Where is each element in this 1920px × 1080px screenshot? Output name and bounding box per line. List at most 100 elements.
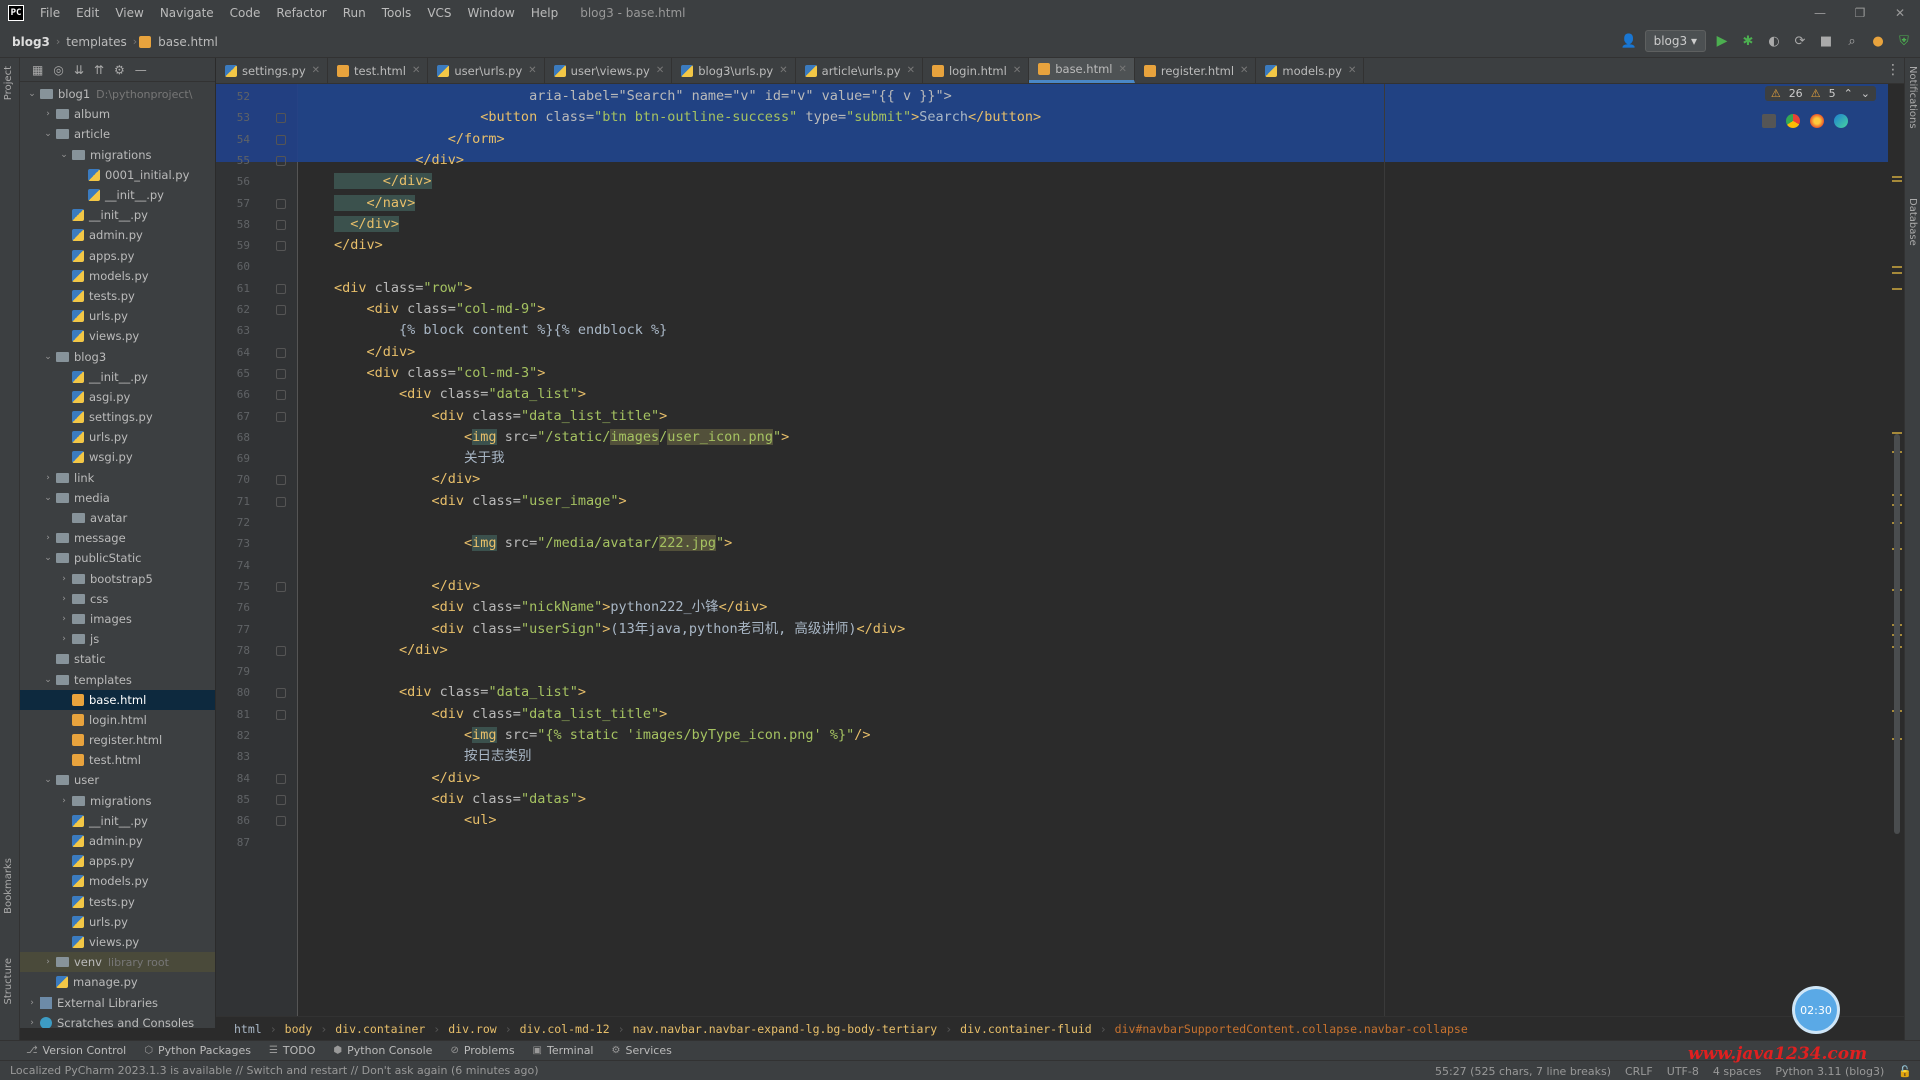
menu-refactor[interactable]: Refactor — [268, 0, 334, 26]
chevron-down-icon[interactable]: ⌄ — [42, 352, 54, 362]
scroll-marker[interactable] — [1892, 266, 1902, 268]
edge-icon[interactable] — [1834, 114, 1848, 128]
close-tab-icon[interactable]: ✕ — [1240, 65, 1248, 76]
collapse-all-icon[interactable]: ⇈ — [94, 63, 104, 77]
vertical-scrollbar[interactable] — [1894, 434, 1900, 834]
tree-item[interactable]: register.html — [20, 730, 215, 750]
shield-icon[interactable]: ⛨ — [1894, 31, 1914, 51]
tree-item[interactable]: asgi.py — [20, 387, 215, 407]
editor-breadcrumb[interactable]: nav.navbar.navbar-expand-lg.bg-body-tert… — [625, 1022, 946, 1036]
menu-window[interactable]: Window — [460, 0, 523, 26]
chevron-right-icon[interactable]: › — [58, 594, 70, 604]
tree-item[interactable]: ⌄ migrations — [20, 145, 215, 165]
menu-tools[interactable]: Tools — [374, 0, 420, 26]
tree-item[interactable]: › message — [20, 528, 215, 548]
chevron-down-icon[interactable]: ⌄ — [58, 150, 70, 160]
chevron-up-icon[interactable]: ⌃ — [1844, 87, 1853, 100]
tree-item[interactable]: __init__.py — [20, 811, 215, 831]
tree-item[interactable]: apps.py — [20, 851, 215, 871]
coverage-icon[interactable]: ◐ — [1764, 31, 1784, 51]
fold-marker-icon[interactable] — [276, 794, 286, 805]
editor-tab[interactable]: login.html ✕ — [923, 58, 1030, 83]
run-config-select[interactable]: blog3 ▾ — [1644, 30, 1706, 52]
status-message[interactable]: Localized PyCharm 2023.1.3 is available … — [10, 1064, 539, 1077]
chevron-right-icon[interactable]: › — [42, 957, 54, 967]
chevron-right-icon[interactable]: › — [26, 998, 38, 1008]
fold-marker-icon[interactable] — [276, 709, 286, 720]
stop-icon[interactable]: ■ — [1816, 31, 1836, 51]
tree-item[interactable]: ⌄ user — [20, 770, 215, 790]
tree-item[interactable]: test.html — [20, 750, 215, 770]
tree-item[interactable]: __init__.py — [20, 367, 215, 387]
menu-navigate[interactable]: Navigate — [152, 0, 222, 26]
tree-item[interactable]: › bootstrap5 — [20, 569, 215, 589]
tree-item[interactable]: base.html — [20, 689, 215, 710]
notifications-tool-tab[interactable]: Notifications — [1907, 66, 1918, 129]
close-tab-icon[interactable]: ✕ — [779, 65, 787, 76]
close-tab-icon[interactable]: ✕ — [528, 65, 536, 76]
fold-marker-icon[interactable] — [276, 113, 286, 124]
chevron-right-icon[interactable]: › — [58, 574, 70, 584]
menu-file[interactable]: File — [32, 0, 68, 26]
tree-item[interactable]: ⌄ article — [20, 124, 215, 144]
tool-window-tab[interactable]: ⬡ Python Packages — [144, 1044, 251, 1057]
tree-item[interactable]: › External Libraries — [20, 992, 215, 1012]
chevron-right-icon[interactable]: › — [26, 1018, 38, 1028]
menu-edit[interactable]: Edit — [68, 0, 107, 26]
python-interpreter[interactable]: Python 3.11 (blog3) — [1775, 1065, 1884, 1078]
tree-item[interactable]: 0001_initial.py — [20, 165, 215, 185]
database-tool-tab[interactable]: Database — [1907, 198, 1918, 246]
inspection-widget[interactable]: ⚠ 26 ⚠ 5 ⌃ ⌄ — [1764, 86, 1876, 101]
run-icon[interactable]: ▶ — [1712, 31, 1732, 51]
close-tab-icon[interactable]: ✕ — [312, 65, 320, 76]
tree-item[interactable]: › js — [20, 629, 215, 649]
fold-marker-icon[interactable] — [276, 390, 286, 401]
editor-tab[interactable]: blog3\urls.py ✕ — [672, 58, 796, 83]
chevron-down-icon[interactable]: ⌄ — [26, 89, 38, 99]
tree-item[interactable]: › Scratches and Consoles — [20, 1013, 215, 1028]
menu-help[interactable]: Help — [523, 0, 566, 26]
search-icon[interactable]: ⌕ — [1842, 31, 1862, 51]
menu-vcs[interactable]: VCS — [419, 0, 459, 26]
tree-item[interactable]: models.py — [20, 266, 215, 286]
tree-item[interactable]: tests.py — [20, 892, 215, 912]
gear-icon[interactable]: ⚙ — [114, 63, 125, 77]
tree-item[interactable]: ⌄ templates — [20, 669, 215, 689]
chevron-right-icon[interactable]: › — [42, 473, 54, 483]
chevron-down-icon[interactable]: ⌄ — [42, 553, 54, 563]
close-tab-icon[interactable]: ✕ — [907, 65, 915, 76]
tool-window-tab[interactable]: ⎇ Version Control — [26, 1044, 126, 1057]
editor-tab[interactable]: user\urls.py ✕ — [428, 58, 545, 83]
fold-marker-icon[interactable] — [276, 581, 286, 592]
tool-window-tab[interactable]: ☰ TODO — [269, 1044, 315, 1057]
user-icon[interactable]: 👤 — [1619, 31, 1639, 51]
fold-marker-icon[interactable] — [276, 411, 286, 422]
close-tab-icon[interactable]: ✕ — [1118, 64, 1126, 75]
fold-marker-icon[interactable] — [276, 305, 286, 315]
file-encoding[interactable]: UTF-8 — [1667, 1065, 1699, 1078]
close-tab-icon[interactable]: ✕ — [1348, 65, 1356, 76]
tree-item[interactable]: › album — [20, 104, 215, 124]
fold-marker-icon[interactable] — [276, 347, 286, 358]
tree-item[interactable]: static — [20, 649, 215, 669]
tree-item[interactable]: tests.py — [20, 286, 215, 306]
editor-tab[interactable]: article\urls.py ✕ — [796, 58, 923, 83]
maximize-button[interactable]: ❐ — [1840, 0, 1880, 26]
menu-run[interactable]: Run — [335, 0, 374, 26]
tree-item[interactable]: › migrations — [20, 791, 215, 811]
fold-marker-icon[interactable] — [276, 198, 286, 209]
menu-view[interactable]: View — [107, 0, 151, 26]
tool-window-tab[interactable]: ▣ Terminal — [533, 1044, 594, 1057]
tree-item[interactable]: login.html — [20, 710, 215, 730]
editor-breadcrumb[interactable]: div.row — [440, 1022, 504, 1036]
debug-icon[interactable]: ✱ — [1738, 31, 1758, 51]
tree-item[interactable]: › link — [20, 468, 215, 488]
editor-tab[interactable]: user\views.py ✕ — [545, 58, 673, 83]
tree-item[interactable]: admin.py — [20, 831, 215, 851]
project-tool-tab[interactable]: Project — [3, 66, 14, 100]
chevron-down-icon[interactable]: ⌄ — [42, 675, 54, 685]
tree-item[interactable]: urls.py — [20, 912, 215, 932]
chevron-right-icon[interactable]: › — [58, 634, 70, 644]
caret-position[interactable]: 55:27 (525 chars, 7 line breaks) — [1435, 1065, 1611, 1078]
tool-window-tab[interactable]: ⚙ Services — [612, 1044, 672, 1057]
